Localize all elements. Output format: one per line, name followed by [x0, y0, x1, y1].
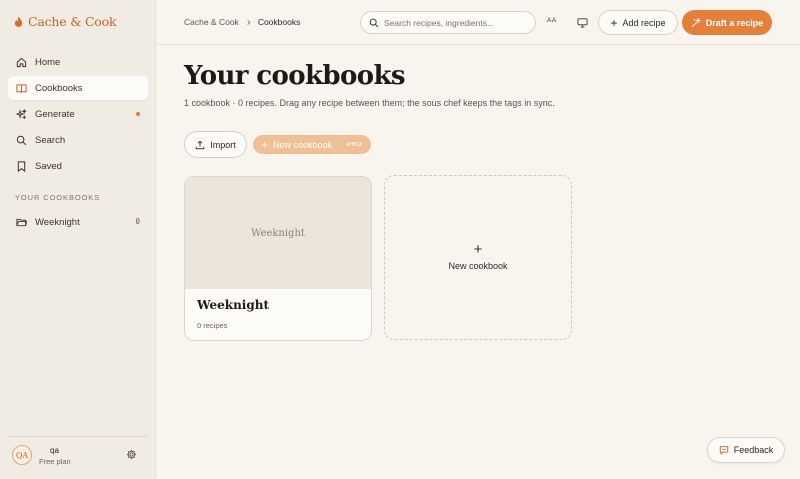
new-cookbook-card[interactable]: + New cookbook	[384, 175, 572, 340]
search-bar[interactable]	[360, 11, 536, 34]
sidebar-item-label: Saved	[35, 160, 62, 172]
monitor-icon[interactable]	[577, 17, 588, 28]
sidebar-cookbook-weeknight[interactable]: Weeknight 0	[8, 211, 148, 233]
sidebar-item-home[interactable]: Home	[8, 50, 148, 74]
draft-recipe-label: Draft a recipe	[705, 17, 764, 28]
sidebar-item-label: Search	[35, 134, 66, 146]
avatar[interactable]: QA	[12, 445, 32, 465]
magic-wand-icon	[691, 17, 701, 27]
page-subtitle: 1 cookbook · 0 recipes. Drag any recipe …	[184, 98, 555, 108]
search-input[interactable]	[384, 17, 524, 28]
new-cookbook-card-label: New cookbook	[448, 261, 508, 271]
chevron-right-icon	[247, 19, 251, 25]
new-cookbook-label: New cookbook	[273, 139, 333, 150]
feedback-label: Feedback	[733, 445, 774, 455]
plus-icon: +	[610, 15, 618, 30]
brand-name: Cache & Cook	[28, 14, 117, 29]
cookbook-card[interactable]: Weeknight Weeknight 0 recipes	[184, 176, 372, 341]
brand[interactable]: Cache & Cook	[14, 14, 117, 29]
user-plan: Free plan	[39, 457, 71, 466]
book-icon	[16, 83, 27, 94]
folder-icon	[16, 217, 27, 228]
user-name: qa	[50, 446, 59, 455]
user-area: QA qa Free plan	[8, 436, 148, 479]
sidebar: Cache & Cook Home Cookbooks Generate Sea…	[0, 0, 156, 479]
feedback-button[interactable]: Feedback	[707, 437, 785, 463]
import-button[interactable]: Import	[184, 131, 247, 158]
add-recipe-label: Add recipe	[622, 17, 666, 28]
search-icon	[369, 18, 379, 28]
plus-icon: +	[473, 241, 483, 258]
add-recipe-button[interactable]: + Add recipe	[598, 10, 678, 35]
home-icon	[16, 57, 27, 68]
cookbook-label: Weeknight	[35, 216, 80, 228]
sidebar-item-label: Home	[35, 56, 61, 68]
sparkle-icon	[16, 108, 27, 120]
breadcrumb: Cache & Cook Cookbooks	[184, 17, 300, 27]
sidebar-item-generate[interactable]: Generate	[8, 102, 148, 126]
cookbook-cover: Weeknight	[185, 177, 371, 289]
section-title-cookbooks: YOUR COOKBOOKS	[15, 193, 101, 202]
search-icon	[16, 135, 27, 146]
plus-icon: +	[261, 137, 269, 152]
bookmark-icon	[16, 160, 27, 172]
pro-badge: PRO	[347, 141, 362, 148]
sidebar-item-saved[interactable]: Saved	[8, 154, 148, 178]
sidebar-item-label: Cookbooks	[35, 82, 83, 94]
breadcrumb-current: Cookbooks	[257, 17, 301, 27]
cookbook-recipe-count: 0 recipes	[197, 321, 228, 330]
sidebar-nav: Home Cookbooks Generate Search Saved	[8, 50, 148, 180]
gear-icon[interactable]	[126, 449, 137, 460]
sidebar-item-search[interactable]: Search	[8, 128, 148, 152]
chat-bubble-icon	[719, 446, 728, 455]
sidebar-item-cookbooks[interactable]: Cookbooks	[8, 76, 148, 100]
topbar: Cache & Cook Cookbooks AA + Add recipe D…	[157, 0, 800, 45]
flame-icon	[14, 16, 23, 27]
page-title: Your cookbooks	[184, 61, 406, 91]
cookbook-title: Weeknight	[197, 298, 270, 312]
draft-recipe-button[interactable]: Draft a recipe	[682, 10, 772, 35]
breadcrumb-root[interactable]: Cache & Cook	[184, 17, 239, 27]
cookbook-count: 0	[135, 217, 140, 226]
sidebar-item-label: Generate	[35, 108, 75, 120]
new-cookbook-button[interactable]: + New cookbook PRO	[253, 135, 371, 154]
text-size-button[interactable]: AA	[547, 17, 557, 24]
notification-dot	[136, 112, 140, 116]
import-label: Import	[210, 139, 236, 150]
upload-icon	[196, 140, 205, 149]
